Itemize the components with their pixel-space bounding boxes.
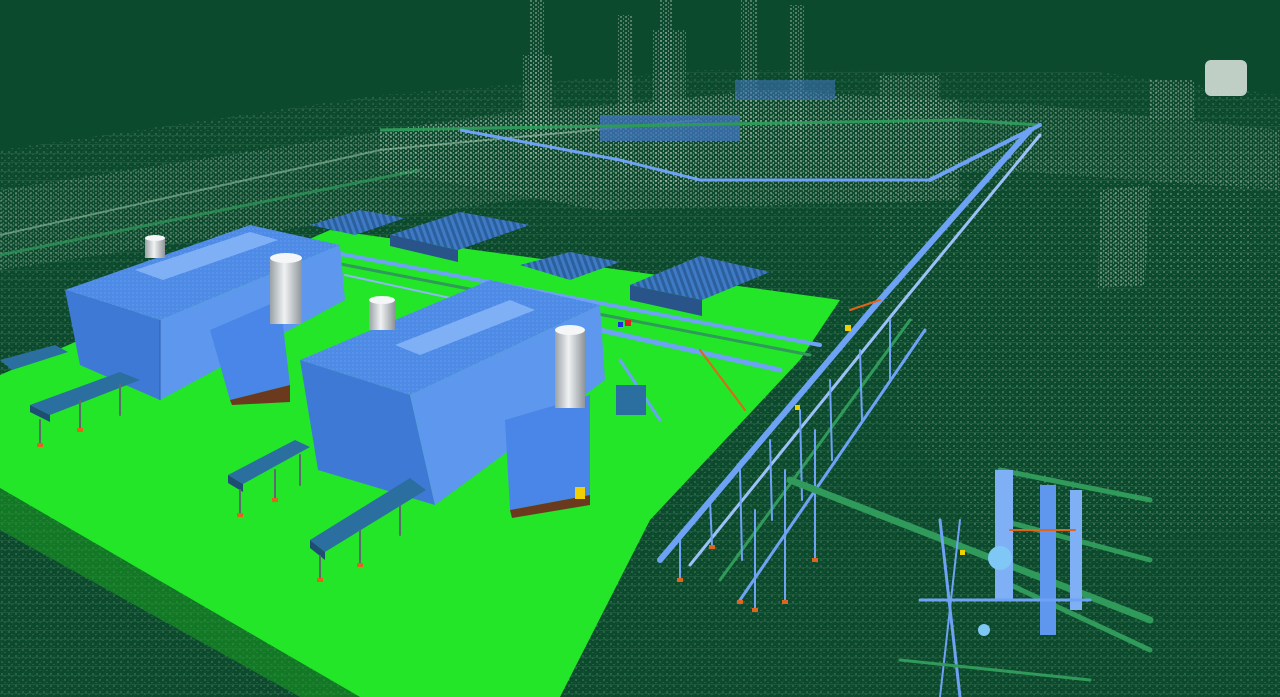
plant-3d-scene[interactable] — [0, 0, 1280, 697]
model-viewport[interactable] — [0, 0, 1280, 697]
